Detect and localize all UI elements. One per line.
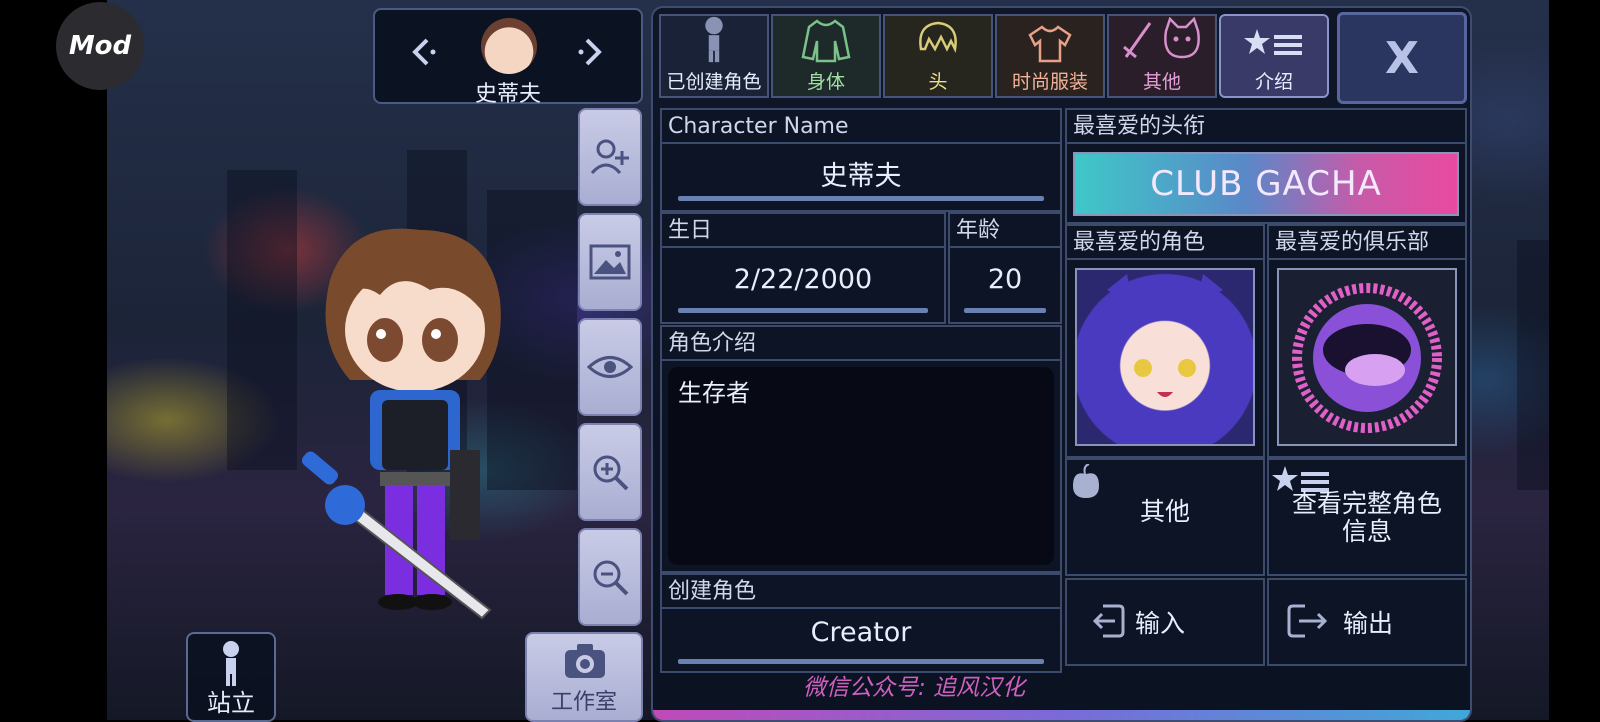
tab-label: 已创建角色 bbox=[666, 71, 762, 93]
favorite-club-box[interactable]: 最喜爱的俱乐部 bbox=[1267, 224, 1467, 458]
import-button[interactable]: 输入 bbox=[1065, 578, 1265, 666]
favorite-title-box[interactable]: 最喜爱的头衔 CLUB GACHA bbox=[1065, 108, 1467, 224]
close-button[interactable]: X bbox=[1337, 12, 1467, 104]
creator-field[interactable]: 创建角色 Creator bbox=[660, 573, 1062, 673]
character-name-heading: Character Name bbox=[662, 110, 1060, 144]
image-icon bbox=[589, 244, 631, 280]
club-logo-icon bbox=[1292, 283, 1442, 433]
watermark-text: 微信公众号: 追风汉化 bbox=[803, 675, 1026, 701]
import-icon bbox=[1092, 604, 1125, 638]
export-icon bbox=[1287, 604, 1328, 638]
chevron-left-icon bbox=[412, 38, 436, 66]
add-character-button[interactable] bbox=[578, 108, 642, 206]
age-field[interactable]: 年龄 20 bbox=[948, 212, 1062, 324]
eye-icon bbox=[587, 356, 633, 378]
zoom-out-icon bbox=[593, 560, 629, 596]
character-name-field[interactable]: Character Name 史蒂夫 bbox=[660, 108, 1062, 212]
sword-cat-icon bbox=[1123, 17, 1200, 59]
cat-girl-portrait bbox=[1107, 274, 1223, 397]
view-full-info-label: 查看完整角色信息 bbox=[1291, 489, 1442, 546]
birthday-field[interactable]: 生日 2/22/2000 bbox=[660, 212, 946, 324]
tab-label: 头 bbox=[928, 71, 948, 93]
view-full-info-button[interactable]: 查看完整角色信息 bbox=[1267, 458, 1467, 576]
other-label: 其他 bbox=[1139, 497, 1190, 526]
tab-body[interactable]: 身体 bbox=[771, 14, 881, 98]
next-character-button[interactable] bbox=[571, 32, 611, 72]
mod-badge[interactable]: Mod bbox=[56, 2, 144, 90]
export-label: 输出 bbox=[1343, 609, 1394, 638]
birthday-value: 2/22/2000 bbox=[733, 264, 873, 295]
character-figure[interactable] bbox=[290, 210, 530, 630]
character-name-label: 史蒂夫 bbox=[474, 82, 541, 107]
prev-character-button[interactable] bbox=[403, 32, 443, 72]
favorite-club-heading: 最喜爱的俱乐部 bbox=[1269, 226, 1465, 260]
underline bbox=[678, 196, 1044, 201]
zoom-in-button[interactable] bbox=[578, 423, 642, 521]
other-button[interactable]: 其他 bbox=[1065, 458, 1265, 576]
tab-head[interactable]: 头 bbox=[883, 14, 993, 98]
camera-icon bbox=[565, 644, 605, 678]
shirt-icon bbox=[1028, 25, 1072, 63]
intro-text: 生存者 bbox=[678, 379, 750, 407]
jacket-icon bbox=[801, 19, 851, 63]
close-icon: X bbox=[1385, 32, 1419, 84]
character-intro-field[interactable]: 角色介绍 生存者 bbox=[660, 325, 1062, 573]
underline bbox=[678, 308, 928, 313]
title-banner: CLUB GACHA bbox=[1073, 152, 1459, 216]
add-user-icon bbox=[590, 139, 629, 175]
background-image-button[interactable] bbox=[578, 213, 642, 311]
import-label: 输入 bbox=[1135, 609, 1186, 638]
underline bbox=[964, 308, 1046, 313]
zoom-in-icon bbox=[593, 455, 629, 491]
figure-icon bbox=[223, 641, 239, 686]
favorite-character-box[interactable]: 最喜爱的角色 bbox=[1065, 224, 1265, 458]
tab-label: 其他 bbox=[1142, 71, 1181, 93]
creator-value: Creator bbox=[810, 617, 912, 648]
studio-label: 工作室 bbox=[550, 690, 617, 715]
zoom-out-button[interactable] bbox=[578, 528, 642, 626]
tab-profile[interactable]: 介绍 bbox=[1219, 14, 1329, 98]
star-list-icon bbox=[1244, 29, 1302, 55]
tab-label: 介绍 bbox=[1254, 71, 1293, 93]
character-avatar bbox=[481, 18, 537, 74]
export-button[interactable]: 输出 bbox=[1267, 578, 1467, 666]
age-heading: 年龄 bbox=[950, 214, 1060, 248]
chevron-right-icon bbox=[578, 38, 602, 66]
age-value: 20 bbox=[987, 264, 1023, 295]
birthday-heading: 生日 bbox=[662, 214, 944, 248]
stand-label: 站立 bbox=[207, 689, 255, 717]
character-selector: 史蒂夫 bbox=[373, 8, 643, 107]
profile-panel: 已创建角色 身体 头 时尚服装 其他 介绍 X Character Name 史… bbox=[651, 6, 1472, 722]
studio-button[interactable]: 工作室 bbox=[525, 632, 643, 722]
character-name-value: 史蒂夫 bbox=[820, 161, 902, 192]
intro-textarea[interactable]: 生存者 bbox=[668, 367, 1054, 565]
tab-label: 身体 bbox=[806, 71, 845, 93]
tab-other[interactable]: 其他 bbox=[1107, 14, 1217, 98]
stand-pose-button[interactable]: 站立 bbox=[186, 632, 276, 722]
title-banner-text: CLUB GACHA bbox=[1150, 164, 1382, 204]
tab-label: 时尚服装 bbox=[1011, 71, 1088, 93]
tab-created-characters[interactable]: 已创建角色 bbox=[659, 14, 769, 98]
favorite-character-image bbox=[1075, 268, 1255, 446]
intro-heading: 角色介绍 bbox=[662, 327, 1060, 361]
underline bbox=[678, 659, 1044, 664]
creator-heading: 创建角色 bbox=[662, 575, 1060, 609]
figure-icon bbox=[705, 16, 723, 63]
favorite-character-heading: 最喜爱的角色 bbox=[1067, 226, 1263, 260]
favorite-club-image bbox=[1277, 268, 1457, 446]
toggle-visibility-button[interactable] bbox=[578, 318, 642, 416]
tab-outfits[interactable]: 时尚服装 bbox=[995, 14, 1105, 98]
hair-icon bbox=[919, 21, 957, 53]
favorite-title-heading: 最喜爱的头衔 bbox=[1067, 110, 1465, 144]
